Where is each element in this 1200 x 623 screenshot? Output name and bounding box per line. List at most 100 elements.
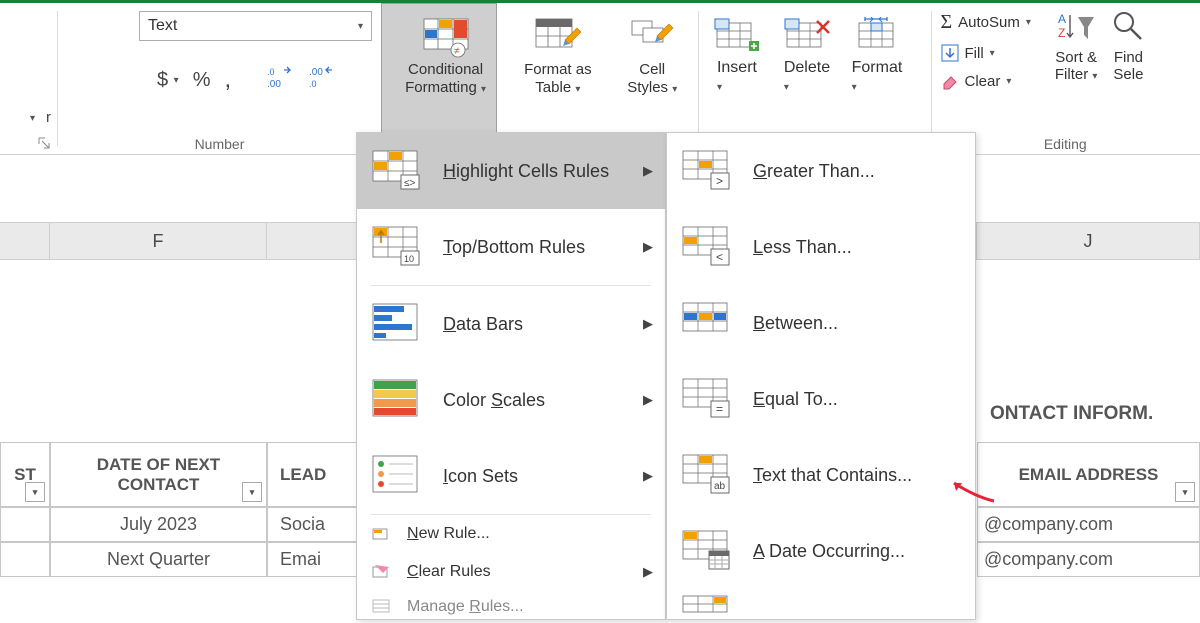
- delete-cells-icon: [783, 17, 831, 55]
- submenu-arrow-icon: ▶: [643, 564, 653, 580]
- menu-item-manage-rules[interactable]: Manage Rules...: [357, 591, 665, 623]
- table-header-email[interactable]: EMAIL ADDRESS ▾: [977, 442, 1200, 507]
- menu-item-label: Color Scales: [443, 390, 545, 411]
- menu-item-equal-to[interactable]: = Equal To...: [667, 361, 975, 437]
- increase-decimal-button[interactable]: .0.00: [265, 65, 293, 95]
- svg-text:.0: .0: [309, 79, 317, 89]
- data-cell-date[interactable]: July 2023: [50, 507, 267, 542]
- decrease-decimal-icon: .00.0: [307, 65, 335, 89]
- sort-filter-button[interactable]: AZ Sort &Filter ▾: [1055, 9, 1098, 90]
- svg-text:10: 10: [404, 254, 414, 264]
- column-header-blank[interactable]: [0, 223, 50, 259]
- menu-item-label: Data Bars: [443, 314, 523, 335]
- svg-text:<: <: [716, 250, 723, 264]
- menu-item-between[interactable]: Between...: [667, 285, 975, 361]
- svg-text:.00: .00: [309, 67, 323, 78]
- sort-filter-icon: AZ: [1056, 9, 1096, 49]
- top-bottom-icon: 10: [371, 225, 421, 269]
- highlight-cells-icon: ≤>: [371, 149, 421, 193]
- percent-format-button[interactable]: %: [193, 69, 211, 92]
- menu-item-color-scales[interactable]: Color Scales ▶: [357, 362, 665, 438]
- svg-text:ab: ab: [714, 481, 726, 492]
- menu-item-partial-bottom[interactable]: [667, 589, 975, 619]
- insert-cells-button[interactable]: Insert▾: [708, 13, 766, 95]
- data-cell-date[interactable]: Next Quarter: [50, 542, 267, 577]
- data-cell[interactable]: [0, 507, 50, 542]
- conditional-formatting-menu: ≤> Highlight Cells Rules ▶ 10 Top/Bottom…: [356, 132, 666, 620]
- less-than-icon: <: [681, 225, 731, 269]
- date-occurring-icon: [681, 529, 731, 573]
- chevron-down-icon: ▾: [852, 82, 857, 93]
- menu-item-clear-rules[interactable]: Clear Rules ▶: [357, 553, 665, 591]
- data-cell-email[interactable]: @company.com: [977, 542, 1200, 577]
- menu-item-text-that-contains[interactable]: ab Text that Contains...: [667, 437, 975, 513]
- dialog-launcher-icon[interactable]: [37, 136, 51, 150]
- chevron-down-icon: ▾: [481, 84, 486, 95]
- insert-cells-icon: [713, 17, 761, 55]
- menu-item-label: Between...: [753, 313, 838, 334]
- svg-text:≤>: ≤>: [404, 178, 415, 189]
- menu-item-a-date-occurring[interactable]: A Date Occurring...: [667, 513, 975, 589]
- chevron-down-icon: ▾: [1092, 71, 1097, 82]
- menu-item-less-than[interactable]: < Less Than...: [667, 209, 975, 285]
- format-cells-button[interactable]: Format▾: [848, 13, 906, 95]
- cell-styles-icon: [629, 18, 675, 58]
- data-cell-lead[interactable]: Socia: [267, 507, 357, 542]
- number-format-select[interactable]: Text ▾: [139, 11, 372, 41]
- menu-item-label: Greater Than...: [753, 161, 875, 182]
- comma-format-button[interactable]: ,: [224, 66, 231, 94]
- contact-information-heading: ONTACT INFORM.: [990, 403, 1153, 425]
- currency-format-button[interactable]: $ ▾: [157, 69, 179, 92]
- new-rule-icon: [371, 523, 393, 545]
- chevron-down-icon: ▾: [784, 82, 789, 93]
- svg-text:≠: ≠: [454, 46, 460, 57]
- column-header-J[interactable]: J: [977, 223, 1200, 259]
- table-header-lead-partial[interactable]: LEAD: [267, 442, 357, 507]
- data-cell-email[interactable]: @company.com: [977, 507, 1200, 542]
- data-cell[interactable]: [0, 542, 50, 577]
- annotation-arrow: [946, 479, 996, 509]
- menu-item-top-bottom-rules[interactable]: 10 Top/Bottom Rules ▶: [357, 209, 665, 285]
- fill-button[interactable]: Fill ▾: [941, 44, 1031, 62]
- format-as-table-button[interactable]: Format asTable ▾: [509, 9, 606, 99]
- filter-button[interactable]: ▾: [1175, 482, 1195, 502]
- svg-text:.00: .00: [267, 79, 281, 89]
- autosum-button[interactable]: Σ AutoSum ▾: [941, 11, 1031, 34]
- delete-cells-button[interactable]: Delete▾: [778, 13, 836, 95]
- chevron-down-icon: ▾: [575, 84, 580, 95]
- menu-item-label: Icon Sets: [443, 466, 518, 487]
- greater-than-icon: >: [681, 149, 731, 193]
- ribbon-group-number: Text ▾ $ ▾ % , .0.00 .00.0 Number: [57, 3, 382, 154]
- cell-styles-button[interactable]: CellStyles ▾: [616, 9, 687, 99]
- menu-item-new-rule[interactable]: New Rule...: [357, 515, 665, 553]
- menu-item-icon-sets[interactable]: Icon Sets ▶: [357, 438, 665, 514]
- chevron-down-icon: ▾: [174, 75, 179, 86]
- filter-button[interactable]: ▾: [242, 482, 262, 502]
- find-select-button[interactable]: FindSele: [1111, 9, 1145, 90]
- table-header-date-next-contact[interactable]: DATE OF NEXT CONTACT ▾: [50, 442, 267, 507]
- clear-button[interactable]: Clear ▾: [941, 72, 1031, 90]
- menu-item-greater-than[interactable]: > Greater Than...: [667, 133, 975, 209]
- sigma-icon: Σ: [941, 11, 953, 34]
- menu-item-label: Manage Rules...: [407, 598, 524, 616]
- data-cell-lead[interactable]: Emai: [267, 542, 357, 577]
- partial-r-caret: ▾: [30, 113, 35, 124]
- submenu-arrow-icon: ▶: [643, 316, 653, 332]
- color-scales-icon: [371, 378, 421, 422]
- menu-item-label: Highlight Cells Rules: [443, 161, 609, 182]
- table-header-st[interactable]: ST ▾: [0, 442, 50, 507]
- menu-item-label: Top/Bottom Rules: [443, 237, 585, 258]
- submenu-arrow-icon: ▶: [643, 239, 653, 255]
- number-format-value: Text: [148, 17, 177, 35]
- menu-item-label: Equal To...: [753, 389, 838, 410]
- column-header-F[interactable]: F: [50, 223, 267, 259]
- svg-text:.0: .0: [267, 67, 275, 77]
- menu-item-highlight-cells-rules[interactable]: ≤> Highlight Cells Rules ▶: [357, 133, 665, 209]
- filter-button[interactable]: ▾: [25, 482, 45, 502]
- eraser-icon: [941, 72, 959, 90]
- decrease-decimal-button[interactable]: .00.0: [307, 65, 335, 95]
- text-contains-icon: ab: [681, 453, 731, 497]
- conditional-formatting-button[interactable]: ≠ ConditionalFormatting ▾: [392, 9, 499, 99]
- group-label-number: Number: [57, 136, 382, 152]
- menu-item-data-bars[interactable]: Data Bars ▶: [357, 286, 665, 362]
